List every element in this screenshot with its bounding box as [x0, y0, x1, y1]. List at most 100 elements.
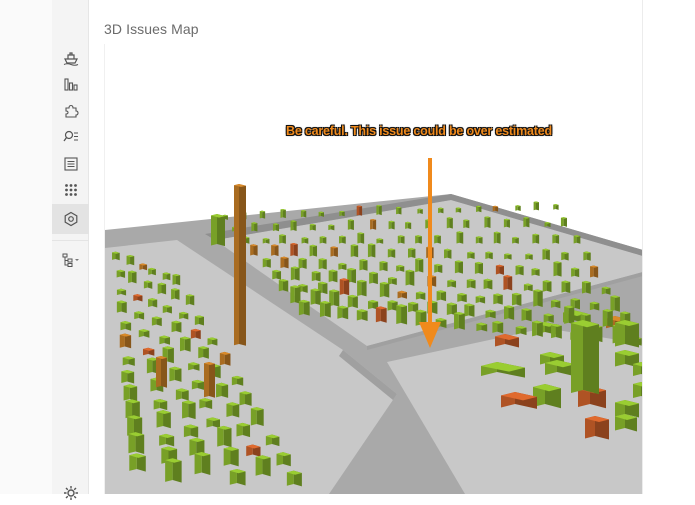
issue-tower: [156, 356, 167, 388]
sidebar-item-issues-map[interactable]: [52, 204, 89, 234]
issue-block: [476, 205, 482, 213]
block-side: [537, 289, 543, 308]
block-side: [161, 356, 167, 388]
issue-block: [347, 294, 358, 309]
issue-block: [219, 351, 231, 366]
issue-block: [454, 260, 463, 274]
block-side: [371, 243, 376, 258]
sidebar-item-ship[interactable]: [52, 46, 89, 70]
issue-block: [466, 278, 476, 289]
block-side: [523, 217, 527, 228]
issue-block: [119, 333, 132, 349]
block-side: [290, 220, 294, 231]
issue-block: [309, 244, 318, 257]
sidebar-item-search[interactable]: [52, 125, 89, 149]
issue-block: [171, 320, 182, 333]
block-side: [211, 214, 217, 246]
issue-block: [290, 242, 298, 257]
block-side: [357, 232, 361, 244]
issue-block: [369, 271, 378, 285]
hexagon-nut-icon: [64, 211, 77, 227]
block-side: [310, 288, 316, 305]
issue-block: [198, 346, 209, 359]
issue-block: [454, 311, 465, 330]
main-content: 3D Issues Map Be careful. This issue cou…: [90, 0, 643, 494]
issues-map-canvas[interactable]: [105, 44, 643, 494]
sidebar-item-apps[interactable]: [52, 178, 89, 202]
block-side: [250, 244, 254, 256]
sidebar-item-documents[interactable]: [52, 152, 89, 176]
issue-tower-tall: [234, 184, 246, 346]
issue-block: [387, 248, 396, 258]
issue-block: [347, 219, 354, 231]
issue-block: [182, 400, 196, 420]
issue-block: [356, 309, 368, 321]
sidebar-item-tree[interactable]: [52, 248, 89, 272]
issue-block: [279, 234, 286, 244]
issue-block: [376, 204, 382, 216]
block-side: [290, 242, 294, 257]
gear-icon: [63, 486, 78, 500]
sidebar-item-plugins[interactable]: [52, 99, 89, 123]
issue-block: [339, 210, 345, 217]
issue-block: [456, 231, 464, 244]
block-side: [409, 269, 415, 286]
block-side: [339, 278, 344, 295]
issue-block: [615, 320, 639, 348]
issues-map-viewport[interactable]: [104, 44, 643, 494]
issue-block: [464, 303, 475, 317]
issue-block: [573, 235, 581, 244]
issue-block: [515, 265, 524, 276]
sidebar-item-settings[interactable]: [52, 481, 89, 505]
issue-block: [585, 416, 609, 440]
block-side: [379, 281, 385, 298]
block-side: [209, 362, 215, 398]
issue-block: [379, 260, 388, 272]
block-side: [507, 275, 513, 291]
issue-block: [359, 259, 368, 271]
issue-block: [561, 280, 571, 293]
issue-block: [571, 267, 580, 278]
issue-block: [250, 244, 258, 256]
block-side: [557, 261, 562, 277]
issue-block: [396, 304, 408, 325]
issue-block: [339, 278, 350, 296]
grid-dots-icon: [64, 184, 77, 196]
block-side: [401, 304, 408, 325]
issue-block: [278, 279, 289, 292]
issue-block: [551, 324, 562, 339]
issue-block: [397, 235, 405, 244]
issue-block: [319, 236, 327, 244]
issue-tower: [571, 320, 599, 395]
sidebar-item-chart[interactable]: [52, 72, 89, 96]
issue-block: [589, 301, 600, 311]
issue-block: [553, 261, 562, 277]
block-side: [293, 242, 298, 257]
issue-block: [495, 264, 504, 275]
block-side: [560, 217, 564, 227]
issue-block: [357, 279, 367, 297]
issue-block: [542, 248, 550, 261]
issue-block: [165, 458, 182, 483]
issue-block: [328, 269, 338, 283]
issue-block: [407, 247, 416, 259]
issue-block: [330, 246, 338, 257]
issue-block: [590, 265, 599, 278]
issue-block: [542, 280, 552, 293]
block-side: [456, 231, 460, 244]
issue-block: [151, 316, 162, 327]
issue-block: [405, 221, 412, 230]
issue-block: [271, 244, 279, 257]
issue-block: [157, 282, 167, 295]
block-side: [343, 278, 350, 296]
issue-block: [162, 272, 171, 281]
block-side: [319, 300, 325, 317]
issue-block: [311, 271, 321, 282]
issue-block: [553, 204, 559, 210]
block-side: [357, 279, 362, 297]
issue-block: [552, 234, 560, 244]
issue-block: [255, 455, 271, 477]
block-side: [239, 184, 246, 346]
issue-block: [493, 231, 501, 244]
block-side: [293, 220, 297, 231]
